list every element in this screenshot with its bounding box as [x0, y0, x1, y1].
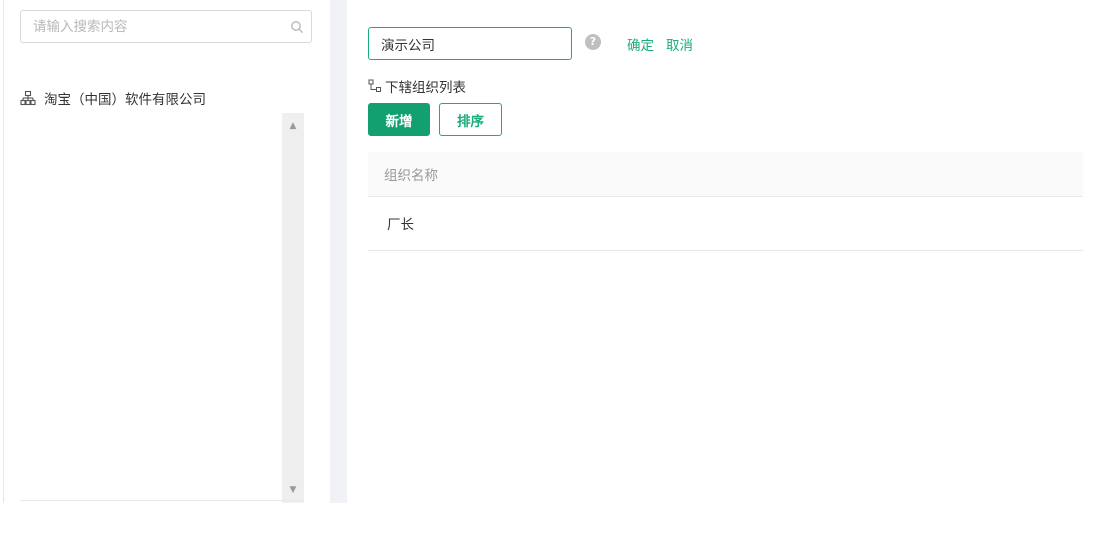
sub-org-table: 组织名称 厂长	[368, 152, 1083, 251]
help-icon[interactable]: ?	[585, 34, 601, 50]
panel-gutter	[330, 0, 347, 503]
confirm-link[interactable]: 确定	[627, 34, 654, 54]
cancel-link[interactable]: 取消	[666, 34, 693, 54]
app-window: 淘宝（中国）软件有限公司 ▲ ▼ ? 确定 取消 下辖组织列表 新增 排序	[0, 0, 1101, 503]
sub-org-title: 下辖组织列表	[385, 80, 466, 96]
panel-divider	[20, 500, 304, 501]
sort-button[interactable]: 排序	[439, 103, 502, 136]
search-input[interactable]	[33, 11, 283, 42]
table-row[interactable]: 厂长	[368, 196, 1083, 251]
org-detail-panel: ? 确定 取消 下辖组织列表 新增 排序 组织名称 厂长	[347, 0, 1101, 503]
sub-org-heading: 下辖组织列表	[368, 76, 466, 96]
column-header-org-name: 组织名称	[368, 152, 1083, 197]
tree-node-label: 淘宝（中国）软件有限公司	[44, 92, 206, 108]
scroll-down-arrow-icon[interactable]: ▼	[282, 479, 304, 501]
table-header-row: 组织名称	[368, 152, 1083, 197]
tree-node-root[interactable]: 淘宝（中国）软件有限公司	[20, 87, 206, 109]
table-cell-org-name: 厂长	[368, 196, 1083, 251]
search-box[interactable]	[20, 10, 312, 43]
scroll-up-arrow-icon[interactable]: ▲	[282, 115, 304, 137]
org-tree-panel: 淘宝（中国）软件有限公司 ▲ ▼	[3, 0, 330, 503]
org-name-input[interactable]	[368, 27, 572, 60]
tree-scrollbar[interactable]: ▲ ▼	[282, 113, 304, 503]
org-chart-icon	[20, 90, 36, 106]
add-button[interactable]: 新增	[368, 103, 430, 136]
tree-structure-icon	[368, 79, 381, 92]
search-icon[interactable]	[290, 20, 304, 34]
